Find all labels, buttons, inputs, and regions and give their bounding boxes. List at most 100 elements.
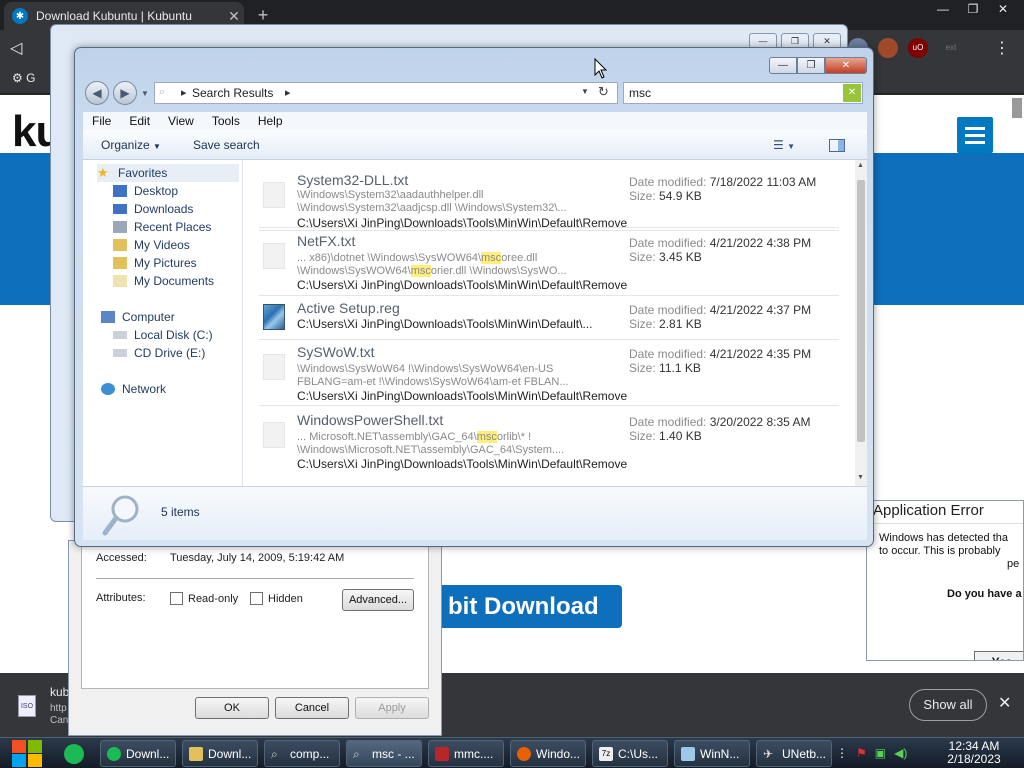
nav-computer[interactable]: Computer xyxy=(101,310,175,324)
arrow-right-icon: ▶ xyxy=(120,86,130,100)
organize-button[interactable]: Organize ▼ xyxy=(101,138,161,152)
properties-panel: Accessed: Tuesday, July 14, 2009, 5:19:4… xyxy=(81,541,429,689)
browser-menu-icon[interactable]: ⋮ xyxy=(994,38,1010,58)
menu-file[interactable]: File xyxy=(83,112,120,130)
result-item[interactable]: SySWoW.txt \Windows\SysWoW64 !\Windows\S… xyxy=(259,342,839,406)
result-item[interactable]: WindowsPowerShell.txt ... Microsoft.NET\… xyxy=(259,410,839,476)
taskbar: Downl... Downl... ⌕ comp... ⌕ msc - ... mm… xyxy=(0,737,1024,768)
preview-pane-icon[interactable] xyxy=(829,139,845,152)
forward-button[interactable]: ▶ xyxy=(113,81,137,105)
tray-overflow-icon[interactable]: ⋮ xyxy=(836,746,848,760)
nav-recent-places[interactable]: Recent Places xyxy=(113,220,211,234)
result-item[interactable]: NetFX.txt ... x86)\dotnet \Windows\SysWO… xyxy=(259,230,839,296)
taskbar-item[interactable]: 7z C:\Us... xyxy=(592,740,668,767)
apply-button[interactable]: Apply xyxy=(355,697,429,719)
yes-button[interactable]: Yes xyxy=(974,651,1023,660)
hidden-checkbox[interactable]: Hidden xyxy=(250,592,303,605)
taskbar-item[interactable]: ⌕ comp... xyxy=(264,740,340,767)
scroll-up-icon[interactable]: ▲ xyxy=(857,162,864,169)
search-input[interactable]: msc xyxy=(629,86,651,100)
start-button[interactable] xyxy=(10,738,44,768)
download-filename[interactable]: kub xyxy=(50,685,69,699)
result-name: SySWoW.txt xyxy=(297,344,375,360)
nav-my-pictures[interactable]: My Pictures xyxy=(113,256,197,270)
page-scrollbar[interactable] xyxy=(1012,98,1022,118)
volume-icon[interactable]: ◀) xyxy=(894,746,907,760)
clock[interactable]: 12:34 AM 2/18/2023 xyxy=(934,740,1014,766)
address-bar[interactable]: ⌕ ▸ Search Results ▸ ▼ ↻ xyxy=(154,82,618,104)
taskbar-item[interactable]: WinN... xyxy=(674,740,750,767)
browser-minimize-button[interactable]: — xyxy=(928,0,958,18)
application-error-title: Application Error xyxy=(873,502,984,519)
nav-network[interactable]: Network xyxy=(101,382,166,396)
breadcrumb-chevron-icon[interactable]: ▸ xyxy=(181,86,187,99)
address-dropdown-icon[interactable]: ▼ xyxy=(581,87,589,96)
site-menu-button[interactable] xyxy=(957,117,993,153)
nav-favorites[interactable]: ★ Favorites xyxy=(97,164,239,182)
registry-file-icon xyxy=(263,304,285,330)
show-all-button[interactable]: Show all xyxy=(909,689,987,721)
ublock-icon[interactable]: uO xyxy=(908,38,928,58)
close-button[interactable]: ✕ xyxy=(825,57,867,74)
maximize-button[interactable]: ❐ xyxy=(797,57,825,74)
breadcrumb-search-results[interactable]: Search Results xyxy=(192,86,273,100)
taskbar-item-active[interactable]: ⌕ msc - ... xyxy=(346,740,422,767)
clear-search-icon[interactable]: ✕ xyxy=(843,84,861,102)
taskbar-item[interactable]: Downl... xyxy=(182,740,258,767)
recent-pages-chevron-icon[interactable]: ▼ xyxy=(141,89,149,98)
new-tab-button[interactable]: + xyxy=(252,4,274,26)
result-size: Size: 11.1 KB xyxy=(629,361,701,375)
system-tray: ⋮ ⚑ ▣ ◀) xyxy=(836,746,907,760)
details-pane: 5 items xyxy=(83,486,867,540)
result-name: System32-DLL.txt xyxy=(297,172,409,188)
back-icon[interactable]: ◁ xyxy=(10,38,22,58)
taskbar-item[interactable]: Windo... xyxy=(510,740,586,767)
refresh-icon[interactable]: ↻ xyxy=(598,84,609,100)
scroll-down-icon[interactable]: ▼ xyxy=(857,474,864,481)
attributes-label: Attributes: xyxy=(96,592,146,604)
spotify-icon[interactable] xyxy=(64,744,84,764)
result-item[interactable]: System32-DLL.txt \Windows\System32\aadau… xyxy=(259,168,839,230)
search-box[interactable]: msc ✕ xyxy=(623,82,863,104)
browser-restore-button[interactable]: ❐ xyxy=(958,0,988,18)
download-button[interactable]: bit Download xyxy=(418,585,622,628)
advanced-button[interactable]: Advanced... xyxy=(342,589,414,611)
extension-icon-2[interactable]: ext xyxy=(938,38,964,58)
readonly-checkbox[interactable]: Read-only xyxy=(170,592,238,605)
back-button[interactable]: ◀ xyxy=(85,81,109,105)
scrollbar-thumb[interactable] xyxy=(857,180,865,442)
ok-button[interactable]: OK xyxy=(195,697,269,719)
nav-cd-drive[interactable]: CD Drive (E:) xyxy=(113,346,205,360)
nav-downloads[interactable]: Downloads xyxy=(113,202,193,216)
save-search-button[interactable]: Save search xyxy=(193,138,260,152)
documents-folder-icon xyxy=(113,275,127,287)
tab-close-icon[interactable]: ✕ xyxy=(224,8,244,25)
menu-help[interactable]: Help xyxy=(249,112,292,130)
profile-avatar[interactable] xyxy=(878,38,898,58)
bookmark-item[interactable]: ⚙ G xyxy=(12,71,35,85)
results-scrollbar[interactable]: ▲ ▼ xyxy=(855,160,867,486)
nav-my-videos[interactable]: My Videos xyxy=(113,238,190,252)
taskbar-item[interactable]: mmc.... xyxy=(428,740,504,767)
menu-tools[interactable]: Tools xyxy=(203,112,249,130)
navigation-pane: ★ Favorites Desktop Downloads Recent Plac… xyxy=(83,160,243,486)
network-tray-icon[interactable]: ▣ xyxy=(875,746,886,760)
result-size: Size: 3.45 KB xyxy=(629,250,702,264)
menu-edit[interactable]: Edit xyxy=(120,112,159,130)
taskbar-item[interactable]: ✈ UNetb... xyxy=(756,740,832,767)
menu-view[interactable]: View xyxy=(159,112,203,130)
change-view-button[interactable]: ☰ ▼ xyxy=(773,138,795,152)
nav-local-disk[interactable]: Local Disk (C:) xyxy=(113,328,213,342)
download-bar-close-icon[interactable]: ✕ xyxy=(998,693,1011,713)
browser-close-button[interactable]: ✕ xyxy=(988,0,1018,18)
minimize-button[interactable]: — xyxy=(769,57,797,74)
nav-desktop[interactable]: Desktop xyxy=(113,184,178,198)
breadcrumb-chevron-icon[interactable]: ▸ xyxy=(285,86,291,99)
nav-my-documents[interactable]: My Documents xyxy=(113,274,214,288)
result-date: Date modified: 7/18/2022 11:03 AM xyxy=(629,175,817,189)
taskbar-item[interactable]: Downl... xyxy=(100,740,176,767)
details-view-icon: ☰ xyxy=(773,138,784,152)
result-item[interactable]: Active Setup.reg C:\Users\Xi JinPing\Dow… xyxy=(259,298,839,340)
cancel-button[interactable]: Cancel xyxy=(275,697,349,719)
flag-icon[interactable]: ⚑ xyxy=(856,746,867,760)
